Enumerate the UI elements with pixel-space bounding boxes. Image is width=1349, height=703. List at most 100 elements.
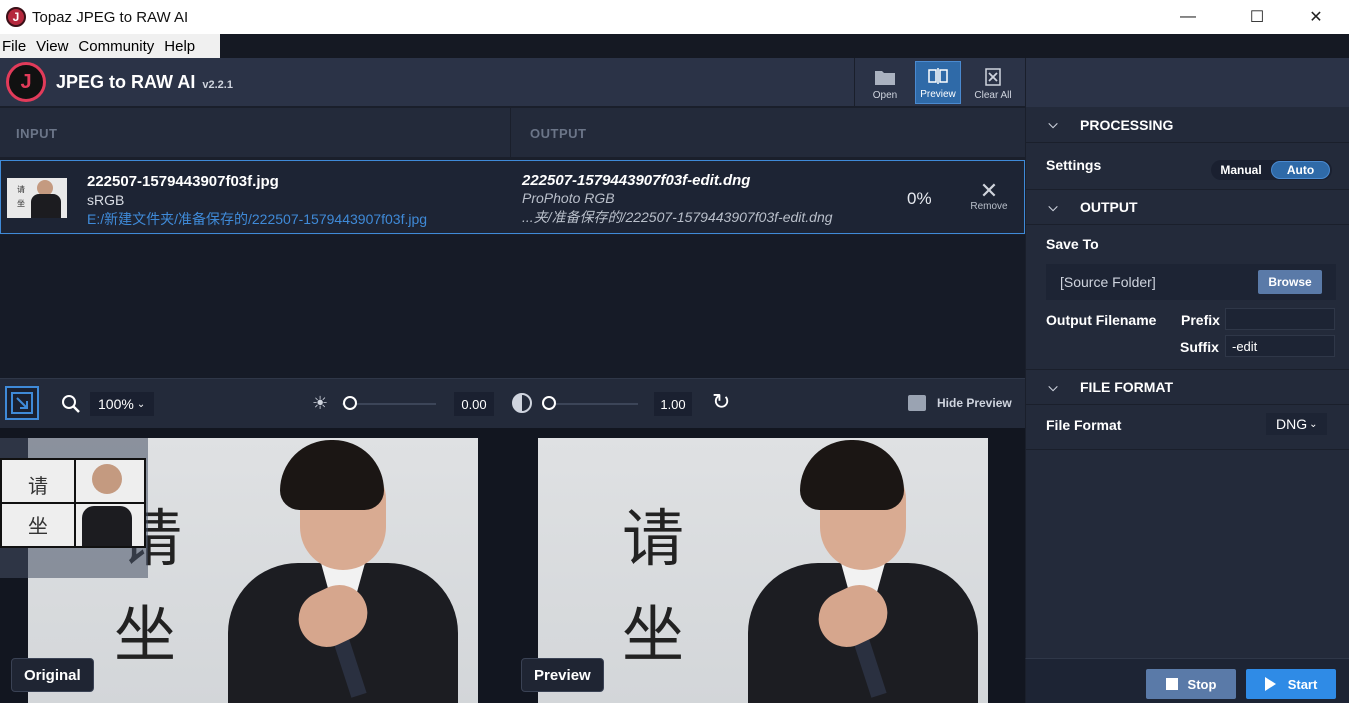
input-colorspace: sRGB	[87, 192, 125, 208]
save-to-field[interactable]: [Source Folder] Browse	[1046, 264, 1336, 300]
file-format-select[interactable]: DNG ⌄	[1266, 413, 1327, 435]
manual-option[interactable]: Manual	[1211, 161, 1271, 179]
file-format-label: File Format	[1046, 417, 1122, 433]
input-column-header: INPUT	[16, 126, 58, 141]
window-title: Topaz JPEG to RAW AI	[32, 8, 189, 26]
maximize-button[interactable]: ☐	[1234, 0, 1280, 34]
zoom-select[interactable]: 100% ⌄	[90, 392, 154, 416]
suffix-input[interactable]: -edit	[1225, 335, 1335, 357]
chevron-down-icon: ⌵	[1048, 199, 1058, 214]
output-filename-label: Output Filename	[1046, 312, 1157, 328]
settings-panel: ⌵ PROCESSING Settings Manual Auto ⌵ OUTP…	[1025, 107, 1349, 658]
output-header-label: OUTPUT	[1080, 199, 1138, 215]
menu-view[interactable]: View	[34, 38, 72, 55]
navigator-icon	[11, 392, 33, 414]
app-name: JPEG to RAW AI	[56, 72, 196, 92]
preview-button[interactable]: Preview	[915, 61, 961, 104]
person-hair	[280, 440, 384, 510]
preview-label: Preview	[920, 89, 956, 100]
open-button[interactable]: Open	[862, 61, 908, 104]
file-thumbnail: 请 坐	[7, 178, 67, 218]
file-format-header-label: FILE FORMAT	[1080, 379, 1174, 395]
input-path-link[interactable]: E:/新建文件夹/准备保存的/222507-1579443907f03f.jpg	[87, 209, 427, 229]
browse-button[interactable]: Browse	[1258, 270, 1322, 294]
output-path: ...夹/准备保存的/222507-1579443907f03f-edit.dn…	[522, 209, 833, 225]
prefix-label: Prefix	[1181, 312, 1220, 328]
nav-char-top: 请	[28, 474, 48, 498]
menu-bar: File View Community Help	[0, 34, 220, 58]
exposure-slider-knob[interactable]	[343, 396, 357, 410]
file-format-section-header[interactable]: ⌵ FILE FORMAT	[1026, 369, 1349, 405]
preview-area: 请 坐 请 坐 请 坐 Original Preview	[0, 428, 1025, 703]
app-version: v2.2.1	[202, 79, 233, 91]
navigator-grid[interactable]: 请 坐	[0, 458, 146, 548]
settings-label: Settings	[1046, 157, 1102, 173]
file-list-empty-area	[0, 235, 1025, 378]
stop-icon	[1165, 678, 1178, 690]
contrast-slider-track[interactable]	[542, 403, 638, 405]
output-section-header[interactable]: ⌵ OUTPUT	[1026, 189, 1349, 225]
contrast-icon	[512, 393, 532, 413]
save-to-label: Save To	[1046, 236, 1099, 252]
navigator-overlay[interactable]: 请 坐	[0, 438, 148, 578]
remove-button[interactable]: ✕ Remove	[965, 178, 1013, 213]
file-row[interactable]: 请 坐 222507-1579443907f03f.jpg sRGB E:/新建…	[0, 160, 1025, 234]
prefix-input[interactable]	[1225, 308, 1335, 330]
processing-header-label: PROCESSING	[1080, 116, 1174, 133]
column-divider	[510, 108, 511, 158]
output-colorspace: ProPhoto RGB	[522, 190, 615, 206]
nav-char-bottom: 坐	[28, 514, 48, 538]
minimize-button[interactable]: —	[1165, 0, 1211, 34]
start-button[interactable]: Start	[1246, 669, 1336, 699]
reset-icon[interactable]: ↻	[712, 389, 730, 415]
preview-toolbar: 100% ⌄ ☀ 0.00 1.00 ↻ Hide Preview	[0, 378, 1025, 428]
chevron-down-icon: ⌵	[1048, 117, 1058, 131]
thumb-char-bottom: 坐	[17, 199, 25, 208]
char-bottom: 坐	[622, 598, 685, 671]
stop-button[interactable]: Stop	[1146, 669, 1236, 699]
menu-help[interactable]: Help	[162, 38, 199, 55]
processed-image: 请 坐	[538, 438, 988, 703]
menu-bar-filler	[220, 34, 1349, 58]
menu-community[interactable]: Community	[76, 38, 158, 55]
preview-label: Preview	[521, 658, 604, 692]
hide-preview-button[interactable]: Hide Preview	[937, 396, 1012, 410]
split-view-icon	[928, 68, 948, 84]
exposure-value[interactable]: 0.00	[454, 392, 494, 416]
file-format-value: DNG	[1276, 416, 1308, 432]
clear-all-label: Clear All	[974, 90, 1012, 101]
file-list-header: INPUT OUTPUT	[0, 108, 1025, 158]
folder-icon	[875, 71, 895, 85]
clear-all-icon	[985, 68, 1001, 86]
app-icon: J	[6, 7, 26, 27]
menu-file[interactable]: File	[0, 38, 30, 55]
chevron-down-icon: ⌄	[1309, 418, 1318, 430]
auto-option[interactable]: Auto	[1271, 161, 1330, 179]
app-header: J JPEG to RAW AI v2.2.1 Open Preview Cle…	[0, 58, 1025, 107]
action-bar: Stop Start	[1025, 658, 1349, 703]
clear-all-button[interactable]: Clear All	[970, 61, 1016, 104]
close-icon: ✕	[979, 178, 999, 203]
contrast-slider-knob[interactable]	[542, 396, 556, 410]
char-top: 请	[622, 502, 685, 575]
original-label: Original	[11, 658, 94, 692]
hide-preview-icon[interactable]	[908, 395, 926, 411]
app-title: JPEG to RAW AI v2.2.1	[56, 72, 233, 93]
processing-section-header[interactable]: ⌵ PROCESSING	[1026, 107, 1349, 143]
navigator-toggle-button[interactable]	[5, 386, 39, 420]
thumb-char-top: 请	[17, 185, 25, 194]
start-label: Start	[1287, 676, 1318, 692]
exposure-icon: ☀	[312, 393, 329, 413]
output-column-header: OUTPUT	[530, 126, 587, 141]
settings-mode-toggle[interactable]: Manual Auto	[1211, 160, 1332, 180]
contrast-value[interactable]: 1.00	[654, 392, 692, 416]
chevron-down-icon: ⌵	[1048, 379, 1058, 394]
topaz-logo-icon: J	[6, 62, 46, 102]
remove-label: Remove	[970, 201, 1008, 212]
nav-face-thumb	[92, 464, 122, 494]
title-bar: J Topaz JPEG to RAW AI — ☐ ✕	[0, 0, 1349, 34]
close-window-button[interactable]: ✕	[1293, 0, 1339, 34]
panel-divider	[1026, 449, 1349, 450]
stop-label: Stop	[1187, 676, 1217, 692]
person-hair	[800, 440, 904, 510]
